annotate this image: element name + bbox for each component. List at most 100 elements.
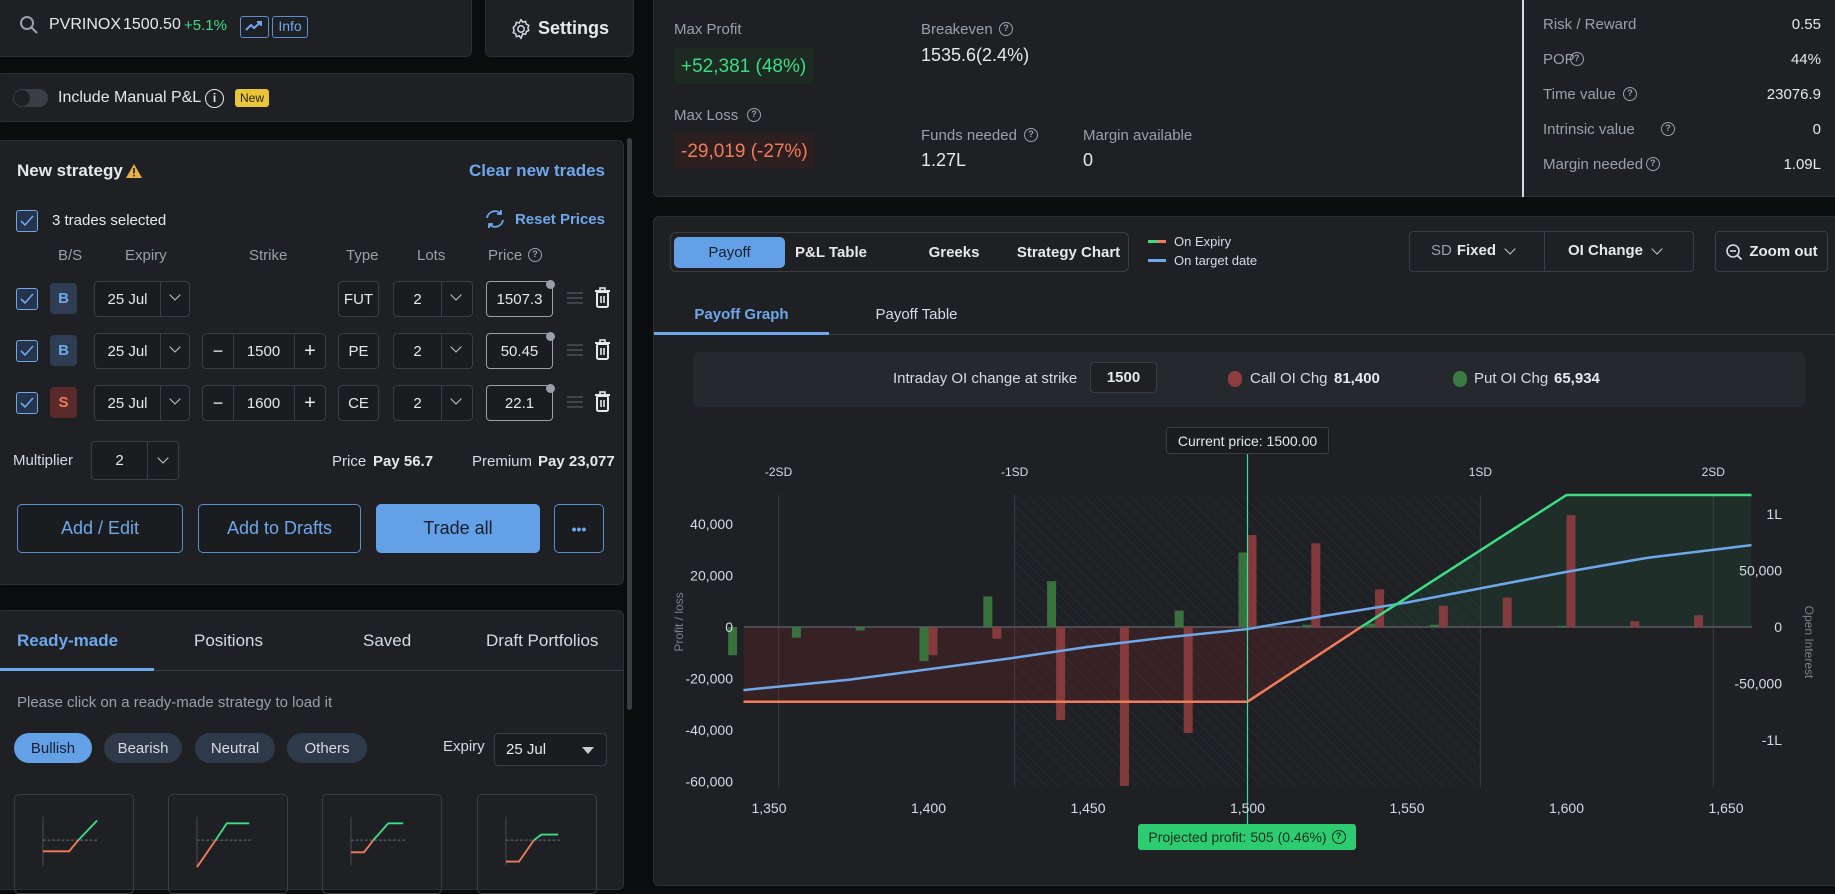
info-icon[interactable]: i	[205, 89, 224, 108]
trash-icon[interactable]	[594, 391, 611, 412]
header-price: Price	[488, 247, 523, 264]
refresh-icon	[486, 210, 504, 228]
leg-checkbox[interactable]	[16, 288, 38, 310]
leg-price-input[interactable]: 22.1	[486, 385, 553, 421]
help-icon[interactable]: ?	[1569, 52, 1584, 66]
expiry-select[interactable]: 25 Jul	[494, 733, 607, 766]
readymade-tab-0[interactable]: Ready-made	[17, 631, 118, 651]
help-icon[interactable]: ?	[1645, 157, 1660, 171]
view-tab-0[interactable]: Payoff	[674, 237, 785, 268]
legend-target-swatch	[1148, 259, 1166, 262]
left-panel-scrollbar[interactable]	[627, 138, 632, 710]
oi-strike-input[interactable]: 1500	[1090, 362, 1157, 393]
filter-bullish[interactable]: Bullish	[14, 733, 92, 763]
multiplier-select[interactable]: 2	[91, 441, 179, 480]
leg-strike-stepper[interactable]: − 1500 +	[202, 333, 326, 369]
plus-icon[interactable]: +	[294, 392, 326, 415]
leg-side-toggle[interactable]: B	[50, 335, 77, 366]
zoom-out-icon	[1726, 243, 1743, 260]
view-tab-1[interactable]: P&L Table	[776, 237, 886, 268]
view-tab-2[interactable]: Greeks	[899, 237, 1009, 268]
stat-label: Time value	[1543, 86, 1616, 103]
stat-label: Margin needed	[1543, 156, 1644, 173]
sub-tab-0[interactable]: Payoff Graph	[654, 299, 829, 329]
select-all-checkbox[interactable]	[16, 210, 38, 232]
trash-icon[interactable]	[594, 339, 611, 360]
manual-pl-toggle[interactable]	[13, 89, 48, 107]
filter-others[interactable]: Others	[287, 733, 367, 763]
price-lock-dot	[546, 384, 555, 393]
price-lock-dot	[546, 332, 555, 341]
stat-value: 23076.9	[1766, 86, 1821, 103]
add-edit-button[interactable]: Add / Edit	[17, 504, 183, 553]
readymade-tab-2[interactable]: Saved	[363, 631, 411, 651]
sub-tab-1[interactable]: Payoff Table	[829, 299, 1004, 329]
funds-help-icon[interactable]: ?	[1024, 128, 1038, 142]
readymade-hint: Please click on a ready-made strategy to…	[17, 694, 333, 711]
max-profit-value: +52,381 (48%)	[681, 56, 807, 77]
plus-icon[interactable]: +	[294, 340, 326, 363]
minus-icon[interactable]: −	[203, 393, 233, 414]
breakeven-help-icon[interactable]: ?	[999, 22, 1013, 36]
leg-expiry-select[interactable]: 25 Jul	[94, 281, 190, 317]
call-oi-swatch	[1228, 371, 1242, 387]
leg-price-input[interactable]: 50.45	[486, 333, 553, 369]
add-to-drafts-button[interactable]: Add to Drafts	[198, 504, 361, 553]
premium-value: Pay 23,077	[538, 453, 615, 470]
trash-icon[interactable]	[594, 287, 611, 308]
oi-mode-select[interactable]: OI Change	[1568, 242, 1663, 259]
chevron-down-icon	[169, 393, 181, 405]
settings-button[interactable]: Settings	[485, 0, 634, 57]
strategy-template-card[interactable]	[14, 794, 134, 894]
filter-bearish[interactable]: Bearish	[104, 733, 182, 763]
settings-label: Settings	[537, 18, 609, 38]
minus-icon[interactable]: −	[203, 341, 233, 362]
leg-lots-select[interactable]: 2	[393, 385, 473, 421]
help-icon[interactable]: ?	[1331, 830, 1346, 844]
reset-prices-button[interactable]: Reset Prices	[484, 209, 605, 229]
help-icon[interactable]: ?	[1661, 122, 1675, 136]
strategy-template-card[interactable]	[322, 794, 442, 894]
readymade-tab-3[interactable]: Draft Portfolios	[486, 631, 598, 651]
oi-strike-label: Intraday OI change at strike	[893, 370, 1078, 387]
max-loss-help-icon[interactable]: ?	[747, 108, 761, 122]
payoff-thumbnail-icon	[42, 816, 98, 866]
stat-value: 0	[1812, 121, 1821, 138]
strategy-template-card[interactable]	[477, 794, 597, 894]
margin-available-value: 0	[1083, 150, 1094, 170]
drag-handle-icon[interactable]	[567, 396, 583, 408]
chevron-down-icon	[450, 289, 462, 301]
leg-strike-stepper[interactable]: − 1600 +	[202, 385, 326, 421]
price-lock-dot	[546, 280, 555, 289]
clear-new-trades-link[interactable]: Clear new trades	[469, 161, 605, 181]
price-help-icon[interactable]: ?	[528, 248, 542, 262]
leg-expiry-select[interactable]: 25 Jul	[94, 333, 190, 369]
price-summary-label: Price	[332, 453, 367, 470]
search-bar[interactable]: PVRINOX 1500.50 +5.1% Info	[0, 0, 472, 57]
leg-side-toggle[interactable]: B	[50, 283, 77, 314]
leg-checkbox[interactable]	[16, 392, 38, 414]
leg-expiry-select[interactable]: 25 Jul	[94, 385, 190, 421]
filter-neutral[interactable]: Neutral	[195, 733, 275, 763]
expiry-label: Expiry	[443, 738, 485, 755]
zoom-out-button[interactable]: Zoom out	[1715, 231, 1828, 272]
leg-lots-select[interactable]: 2	[393, 333, 473, 369]
trade-all-button[interactable]: Trade all	[376, 504, 540, 553]
chart-toggle-button[interactable]	[240, 16, 269, 38]
leg-price-input[interactable]: 1507.3	[486, 281, 553, 317]
help-icon[interactable]: ?	[1623, 87, 1637, 101]
leg-checkbox[interactable]	[16, 340, 38, 362]
drag-handle-icon[interactable]	[567, 292, 583, 304]
drag-handle-icon[interactable]	[567, 344, 583, 356]
readymade-tab-1[interactable]: Positions	[194, 631, 263, 651]
funds-needed-value: 1.27L	[921, 150, 967, 170]
strategy-template-card[interactable]	[168, 794, 288, 894]
info-button[interactable]: Info	[272, 16, 308, 38]
leg-lots-select[interactable]: 2	[393, 281, 473, 317]
view-tab-3[interactable]: Strategy Chart	[1006, 237, 1131, 268]
leg-side-toggle[interactable]: S	[50, 387, 77, 418]
sd-mode-select[interactable]: SD Fixed	[1431, 242, 1516, 259]
header-strike: Strike	[249, 247, 288, 264]
header-type: Type	[346, 247, 379, 264]
more-options-button[interactable]: •••	[554, 504, 604, 553]
